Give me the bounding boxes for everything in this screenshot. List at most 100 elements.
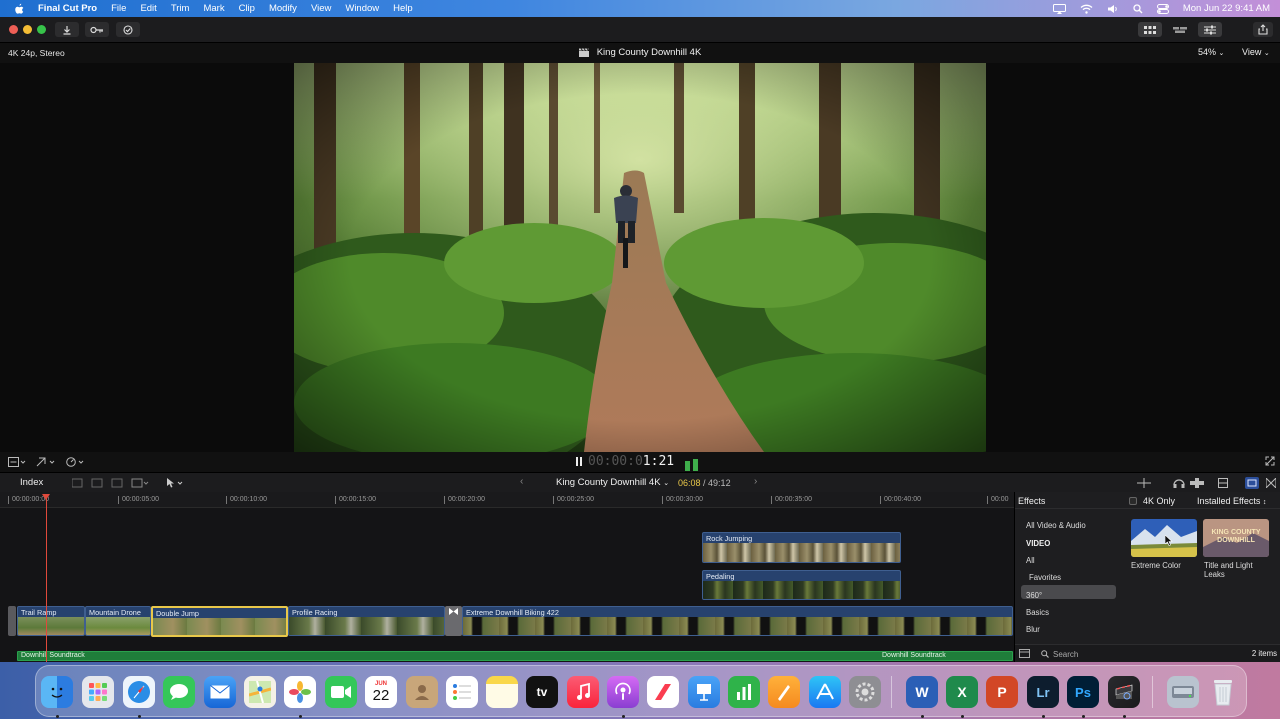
system-preferences-icon[interactable] bbox=[849, 676, 881, 708]
category-favorites[interactable]: Favorites bbox=[1029, 573, 1061, 582]
menu-trim[interactable]: Trim bbox=[171, 3, 190, 14]
transform-tool-icon[interactable] bbox=[36, 457, 56, 467]
sidebar-toggle-icon[interactable] bbox=[1019, 649, 1030, 658]
app-store-icon[interactable] bbox=[809, 676, 841, 708]
mail-icon[interactable] bbox=[204, 676, 236, 708]
finder-icon[interactable] bbox=[41, 676, 73, 708]
audio-skimming-icon[interactable] bbox=[1173, 478, 1185, 488]
viewer-zoom-menu[interactable]: 54% ⌄ bbox=[1198, 47, 1224, 57]
menu-edit[interactable]: Edit bbox=[140, 3, 156, 14]
minimize-window-button[interactable] bbox=[23, 25, 32, 34]
share-button[interactable] bbox=[1253, 22, 1273, 37]
volume-icon[interactable] bbox=[1107, 4, 1119, 14]
effects-browser-toggle-icon[interactable] bbox=[1245, 477, 1259, 489]
search-input[interactable] bbox=[1053, 648, 1233, 660]
messages-icon[interactable] bbox=[163, 676, 195, 708]
audio-clip-downhill-soundtrack[interactable]: Downhill Soundtrack Downhill Soundtrack bbox=[17, 651, 1013, 661]
spotlight-search-icon[interactable] bbox=[1133, 3, 1143, 14]
effect-extreme-color-thumbnail[interactable] bbox=[1131, 519, 1197, 557]
close-window-button[interactable] bbox=[9, 25, 18, 34]
menu-app-name[interactable]: Final Cut Pro bbox=[38, 3, 97, 14]
timeline-toggle-button[interactable] bbox=[1168, 22, 1192, 37]
clip-trail-ramp[interactable]: Trail Ramp bbox=[17, 606, 85, 636]
viewer-view-menu[interactable]: View ⌄ bbox=[1242, 47, 1270, 57]
disk-utility-icon[interactable] bbox=[1167, 676, 1199, 708]
background-tasks-button[interactable] bbox=[116, 22, 140, 37]
transitions-browser-icon[interactable] bbox=[1266, 478, 1276, 488]
keynote-icon[interactable] bbox=[688, 676, 720, 708]
menu-clip[interactable]: Clip bbox=[239, 3, 255, 14]
clip-extreme-downhill-biking-422[interactable]: Extreme Downhill Biking 422 bbox=[462, 606, 1013, 636]
menu-view[interactable]: View bbox=[311, 3, 331, 14]
solo-icon[interactable] bbox=[1190, 478, 1204, 488]
timeline-ruler[interactable]: 00:00:00:00 00:00:05:00 00:00:10:00 00:0… bbox=[0, 492, 1014, 508]
inspector-toggle-button[interactable] bbox=[1198, 22, 1222, 37]
notes-icon[interactable] bbox=[486, 676, 518, 708]
timeline-index-button[interactable]: Index bbox=[20, 477, 43, 488]
storyline-start-handle[interactable] bbox=[8, 606, 16, 636]
clip-mountain-drone[interactable]: Mountain Drone bbox=[85, 606, 151, 636]
installed-effects-menu[interactable]: Installed Effects ↕ bbox=[1197, 496, 1266, 506]
reminders-icon[interactable] bbox=[446, 676, 478, 708]
clip-pedaling[interactable]: Pedaling bbox=[702, 570, 901, 600]
keywords-button[interactable] bbox=[85, 22, 109, 37]
launchpad-icon[interactable] bbox=[82, 676, 114, 708]
lightroom-icon[interactable]: Lr bbox=[1027, 676, 1059, 708]
skimming-icon[interactable] bbox=[1137, 478, 1151, 488]
menu-help[interactable]: Help bbox=[393, 3, 413, 14]
facetime-icon[interactable] bbox=[325, 676, 357, 708]
history-back-icon[interactable]: ‹ bbox=[520, 476, 523, 487]
playhead-timecode[interactable]: 00:00:01:21 bbox=[588, 454, 674, 469]
four-k-only-checkbox[interactable] bbox=[1129, 497, 1137, 505]
clip-rock-jumping[interactable]: Rock Jumping bbox=[702, 532, 901, 563]
calendar-icon[interactable]: JUN 22 bbox=[365, 676, 397, 708]
pages-icon[interactable] bbox=[768, 676, 800, 708]
menu-clock[interactable]: Mon Jun 22 9:41 AM bbox=[1183, 3, 1270, 14]
import-button[interactable] bbox=[55, 22, 79, 37]
timeline[interactable]: 00:00:00:00 00:00:05:00 00:00:10:00 00:0… bbox=[0, 492, 1014, 662]
pause-icon[interactable] bbox=[576, 457, 582, 466]
clip-appearance-icons[interactable] bbox=[72, 478, 152, 488]
playhead[interactable] bbox=[42, 494, 50, 662]
zoom-window-button[interactable] bbox=[37, 25, 46, 34]
snapping-icon[interactable] bbox=[1218, 478, 1228, 488]
menu-mark[interactable]: Mark bbox=[203, 3, 224, 14]
contacts-icon[interactable] bbox=[406, 676, 438, 708]
viewer-options-icon[interactable] bbox=[8, 457, 26, 467]
word-icon[interactable]: W bbox=[906, 676, 938, 708]
podcasts-icon[interactable] bbox=[607, 676, 639, 708]
fullscreen-icon[interactable] bbox=[1265, 456, 1275, 466]
menu-file[interactable]: File bbox=[111, 3, 126, 14]
select-tool-icon[interactable] bbox=[166, 478, 186, 488]
video-frame[interactable] bbox=[294, 63, 986, 452]
numbers-icon[interactable] bbox=[728, 676, 760, 708]
safari-icon[interactable] bbox=[123, 676, 155, 708]
effects-search-field[interactable] bbox=[1039, 648, 1239, 660]
browser-toggle-button[interactable] bbox=[1138, 22, 1162, 37]
category-all-video-audio[interactable]: All Video & Audio bbox=[1026, 521, 1086, 530]
trash-icon[interactable] bbox=[1207, 676, 1239, 708]
apple-tv-icon[interactable]: tv bbox=[526, 676, 558, 708]
category-basics[interactable]: Basics bbox=[1026, 608, 1049, 617]
clip-double-jump[interactable]: Double Jump bbox=[151, 606, 288, 637]
timeline-project-menu[interactable]: King County Downhill 4K ⌄ bbox=[556, 477, 669, 488]
menu-modify[interactable]: Modify bbox=[269, 3, 297, 14]
effect-title-and-light-leaks-thumbnail[interactable]: KING COUNTY DOWNHILL bbox=[1203, 519, 1269, 557]
category-blur[interactable]: Blur bbox=[1026, 625, 1040, 634]
news-icon[interactable] bbox=[647, 676, 679, 708]
history-forward-icon[interactable]: › bbox=[754, 476, 757, 487]
photoshop-icon[interactable]: Ps bbox=[1067, 676, 1099, 708]
wifi-icon[interactable] bbox=[1080, 4, 1093, 14]
category-360[interactable]: 360° bbox=[1026, 591, 1042, 600]
menu-window[interactable]: Window bbox=[345, 3, 379, 14]
airplay-display-icon[interactable] bbox=[1052, 3, 1066, 14]
retime-speed-icon[interactable] bbox=[66, 457, 86, 467]
transition-cross-dissolve[interactable] bbox=[445, 606, 462, 636]
photos-icon[interactable] bbox=[284, 676, 316, 708]
excel-icon[interactable]: X bbox=[946, 676, 978, 708]
final-cut-pro-icon[interactable] bbox=[1108, 676, 1140, 708]
music-icon[interactable] bbox=[567, 676, 599, 708]
category-all[interactable]: All bbox=[1026, 556, 1035, 565]
maps-icon[interactable] bbox=[244, 676, 276, 708]
powerpoint-icon[interactable]: P bbox=[986, 676, 1018, 708]
